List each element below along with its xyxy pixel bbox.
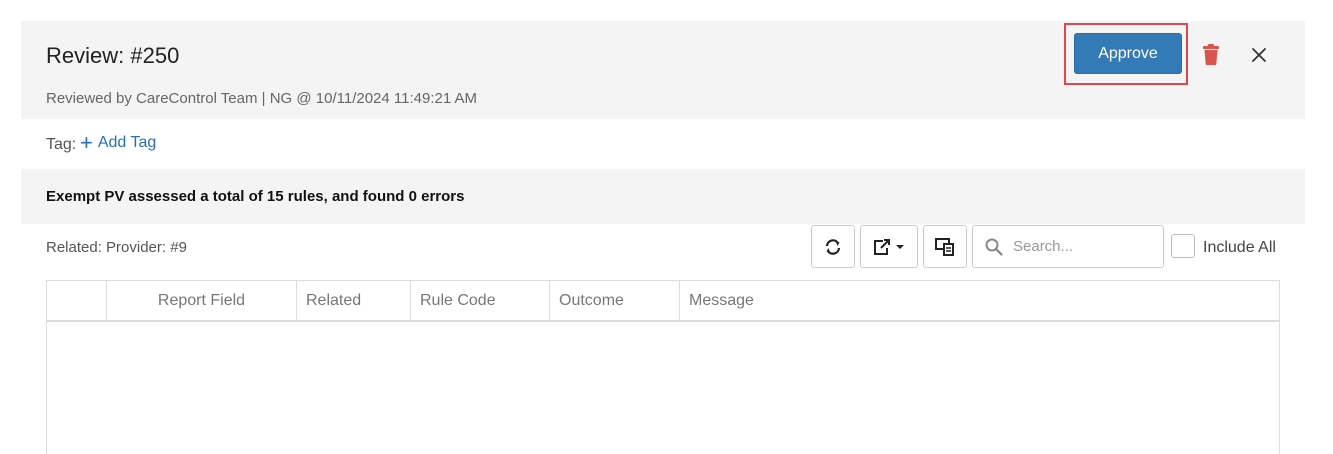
column-header-report-field[interactable]: Report Field [107, 281, 297, 320]
page-title: Review: #250 [46, 43, 180, 68]
include-all-label: Include All [1203, 239, 1276, 256]
search-input[interactable] [1013, 238, 1153, 255]
summary-text: Exempt PV assessed a total of 15 rules, … [46, 188, 465, 205]
column-header-rule-code[interactable]: Rule Code [411, 281, 550, 320]
include-all-checkbox[interactable] [1171, 234, 1195, 258]
export-dropdown-button[interactable] [860, 225, 918, 268]
search-box [972, 225, 1164, 268]
trash-icon[interactable] [1202, 44, 1220, 65]
summary-bar: Exempt PV assessed a total of 15 rules, … [21, 169, 1305, 224]
tag-row: Tag: + Add Tag [21, 119, 1305, 169]
tag-label: Tag: [46, 136, 77, 153]
results-table: Report Field Related Rule Code Outcome M… [46, 280, 1280, 454]
review-subtitle: Reviewed by CareControl Team | NG @ 10/1… [46, 90, 478, 107]
column-header-message[interactable]: Message [680, 281, 1279, 320]
column-header-related[interactable]: Related [297, 281, 411, 320]
plus-icon: + [80, 130, 93, 155]
add-tag-link[interactable]: + Add Tag [80, 130, 157, 155]
column-header-outcome[interactable]: Outcome [550, 281, 680, 320]
refresh-button[interactable] [811, 225, 855, 268]
caret-down-icon [896, 244, 904, 249]
refresh-icon [825, 238, 841, 255]
close-icon[interactable] [1251, 47, 1267, 63]
add-tag-label: Add Tag [97, 134, 157, 151]
review-panel: Review: #250 Reviewed by CareControl Tea… [21, 21, 1305, 454]
related-text: Related: Provider: #9 [46, 239, 187, 256]
columns-icon [935, 237, 954, 256]
search-icon [985, 238, 1003, 256]
column-header-select[interactable] [47, 281, 107, 320]
export-icon [874, 238, 890, 255]
approve-button[interactable]: Approve [1074, 33, 1182, 74]
columns-button[interactable] [923, 225, 967, 268]
review-header: Review: #250 Reviewed by CareControl Tea… [21, 21, 1305, 119]
table-header: Report Field Related Rule Code Outcome M… [47, 281, 1279, 322]
